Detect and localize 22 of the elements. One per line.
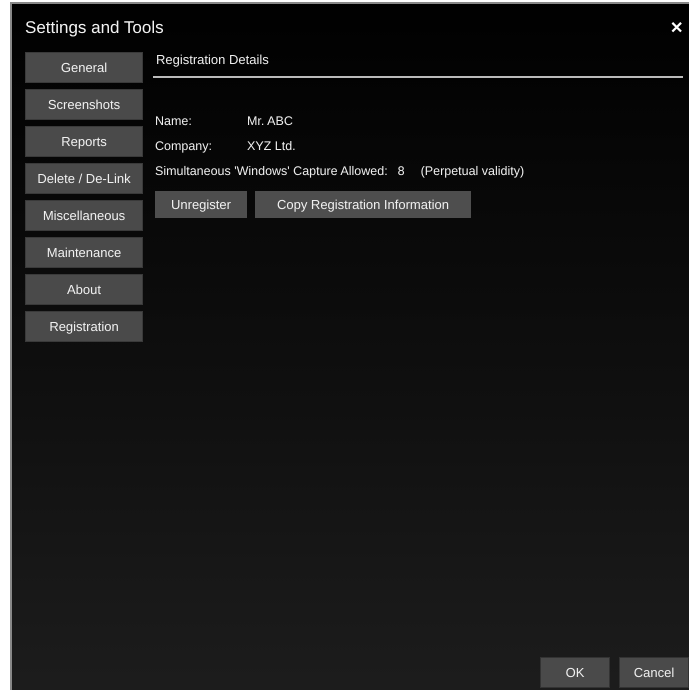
field-label: Name: — [155, 114, 193, 128]
sidebar-tab[interactable]: Miscellaneous — [25, 200, 143, 231]
capture-label: Simultaneous 'Windows' Capture Allowed: — [155, 164, 388, 178]
unregister-button[interactable]: Unregister — [155, 191, 247, 218]
sidebar-tab[interactable]: About — [25, 274, 143, 305]
sidebar-tab[interactable]: General — [25, 52, 143, 83]
close-button[interactable]: ✕ — [670, 18, 683, 38]
sidebar-tab[interactable]: Screenshots — [25, 89, 143, 120]
section-title: Registration Details — [155, 52, 270, 69]
sidebar-tab[interactable]: Registration — [25, 311, 143, 342]
window-title: Settings and Tools — [25, 18, 164, 38]
field-label: Company: — [155, 139, 213, 153]
copy-button[interactable]: Copy Registration Information — [254, 191, 471, 218]
capture-count: 8 — [398, 164, 405, 178]
sidebar-tab[interactable]: Maintenance — [25, 237, 143, 268]
cancel-button[interactable]: Cancel — [619, 657, 689, 688]
validity-note: (Perpetual validity) — [420, 164, 524, 178]
sidebar-tab[interactable]: Reports — [25, 126, 143, 157]
field-value: XYZ Ltd. — [247, 139, 296, 153]
sidebar-tab[interactable]: Delete / De-Link — [25, 163, 143, 194]
ok-button[interactable]: OK — [540, 657, 610, 688]
field-value: Mr. ABC — [247, 114, 293, 128]
